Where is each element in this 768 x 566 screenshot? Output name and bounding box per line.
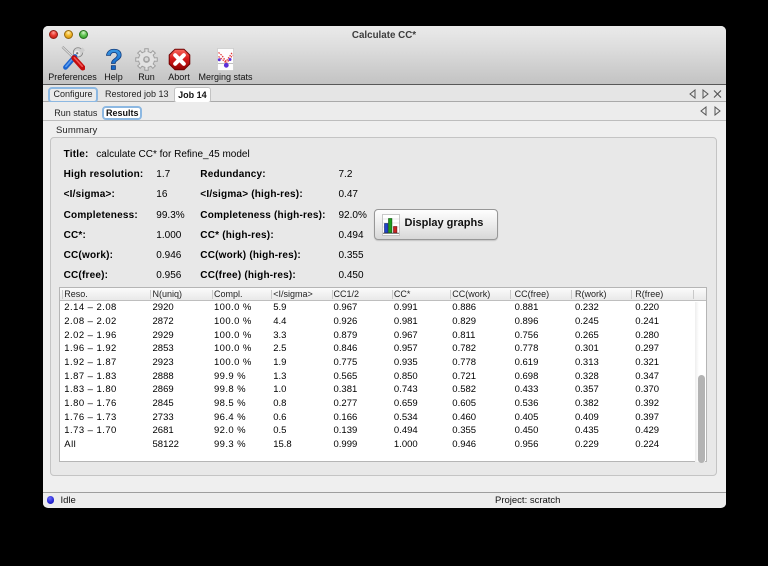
- svg-text:?: ?: [106, 47, 122, 71]
